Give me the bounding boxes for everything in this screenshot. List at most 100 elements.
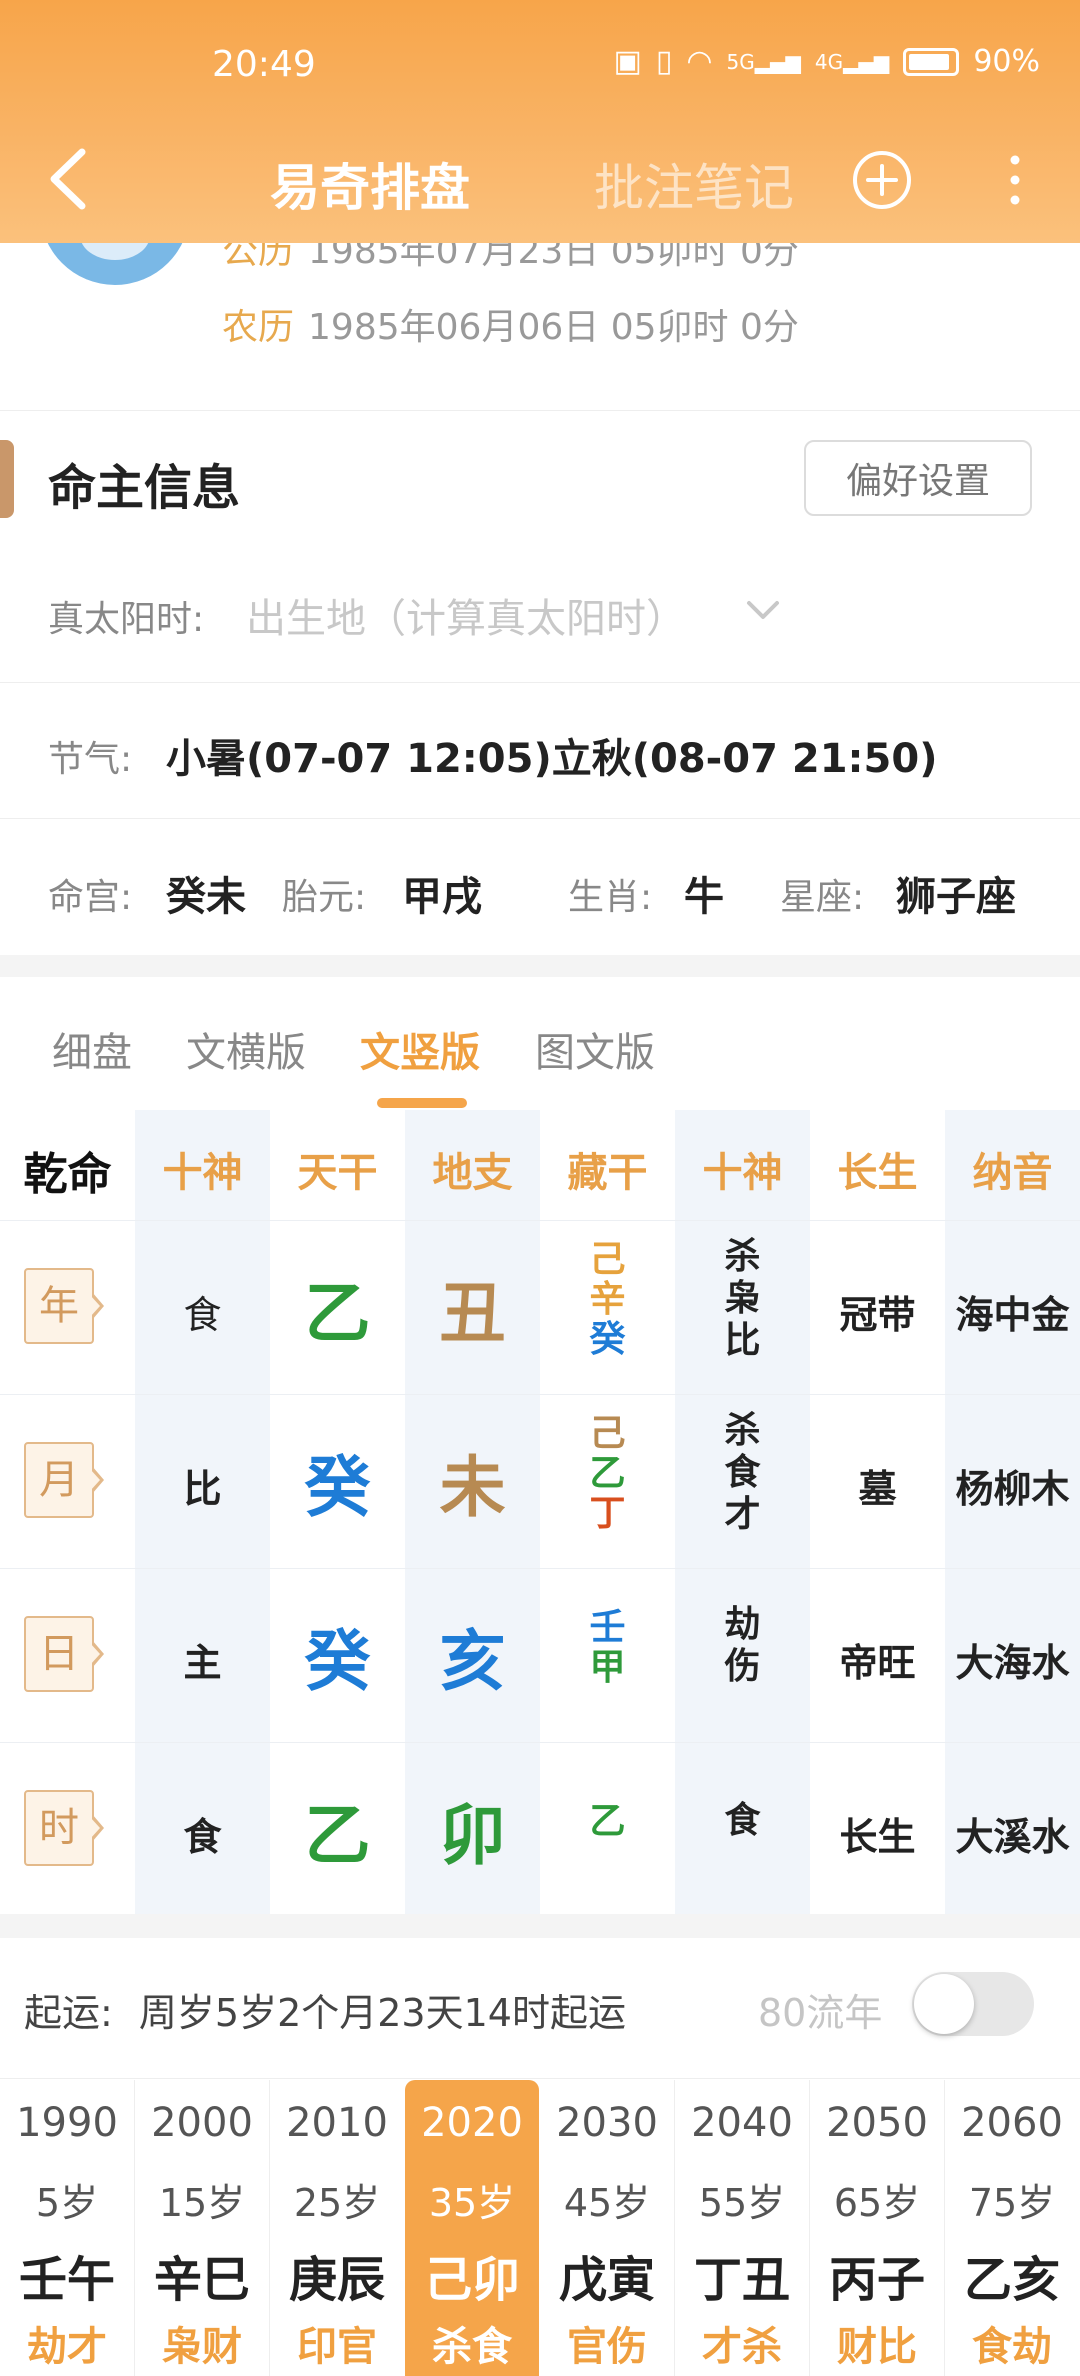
hidden-ten-god: 食 [724,1800,761,1841]
day-hidden-stems: 壬 甲 [540,1608,675,1688]
dayun-year: 2020 [421,2100,523,2146]
dayun-column[interactable]: 2060 75岁 乙亥 食劫 [945,2080,1079,2376]
hidden-ten-god: 食 [724,1452,761,1493]
day-ten-god: 主 [183,1641,222,1685]
day-nayin: 大海水 [955,1641,1070,1685]
more-vertical-icon[interactable] [1000,148,1030,212]
section-gap [0,955,1080,977]
pillar-label: 年 [39,1283,79,1329]
hidden-ten-god: 枭 [724,1278,761,1319]
month-ten-god: 比 [183,1467,222,1511]
pillar-label: 日 [39,1631,79,1677]
pillar-label: 月 [39,1457,79,1503]
dayun-ten-gods: 杀食 [432,2324,512,2370]
dayun-year: 2010 [286,2100,388,2146]
dayun-year: 2000 [151,2100,253,2146]
back-arrow-icon[interactable] [42,144,102,214]
dayun-ten-gods: 财比 [837,2324,917,2370]
hidden-stem: 丁 [589,1493,626,1534]
hour-hidden-stems: 乙 [540,1802,675,1842]
dayun-column[interactable]: 1990 5岁 壬午 劫才 [0,2080,134,2376]
dayun-column[interactable]: 2040 55岁 丁丑 才杀 [675,2080,809,2376]
dayun-age: 25岁 [293,2181,381,2225]
dayun-column[interactable]: 2030 45岁 戊寅 官伤 [540,2080,674,2376]
hour-life-stage: 长生 [839,1815,916,1859]
dayun-age: 15岁 [158,2181,246,2225]
bazi-grid: 乾命 十神 天干 地支 藏干 十神 长生 纳音 年 食 乙 丑 己 辛 癸 杀 … [0,1110,1080,1914]
dayun-year: 2060 [961,2100,1063,2146]
dayun-column-selected[interactable]: 2020 35岁 己卯 杀食 [405,2080,539,2376]
hour-branch: 卯 [439,1797,506,1874]
app-header: 20:49 ▣ ▯ ◠ 5G▂▄▆ 4G▂▄▆ 90% 易奇排盘 批注笔记 [0,0,1080,243]
row-divider [0,1394,1080,1395]
month-nayin: 杨柳木 [955,1467,1070,1511]
toggle-knob [914,1974,974,2034]
header-heavenly-stem: 天干 [297,1150,378,1196]
wifi-icon: ◠ [686,44,713,79]
fetal-origin-label: 胎元: [282,877,367,918]
dayun-year: 2050 [826,2100,928,2146]
dayun-ganzhi: 乙亥 [963,2252,1060,2308]
tab-graphic[interactable]: 图文版 [535,1020,655,1078]
hidden-ten-god: 杀 [724,1410,761,1451]
add-circle-icon[interactable] [850,148,914,212]
luck-start-label: 起运: [24,1991,113,2035]
dayun-age: 55岁 [698,2181,786,2225]
hidden-stem: 乙 [589,1453,626,1494]
dayun-ganzhi: 丁丑 [693,2252,790,2308]
dayun-ganzhi: 戊寅 [558,2252,655,2308]
section-title: 命主信息 [48,460,241,516]
year-nayin: 海中金 [955,1293,1070,1337]
preference-settings-button[interactable]: 偏好设置 [804,440,1032,516]
fetal-origin-value: 甲戌 [402,874,482,920]
month-hidden-ten-gods: 杀 食 才 [675,1410,810,1536]
status-icons: ▣ ▯ ◠ 5G▂▄▆ 4G▂▄▆ 90% [613,44,1040,79]
zodiac-label: 生肖: [568,877,653,918]
signal-5g-label: 5G [726,49,755,74]
header-ten-gods: 十神 [162,1150,243,1196]
signal-4g-icon: 4G▂▄▆ [814,49,890,74]
chevron-down-icon[interactable] [745,598,781,622]
liunian-80-toggle[interactable] [912,1972,1034,2036]
tab-text-vertical[interactable]: 文竖版 [360,1020,480,1078]
pillar-year[interactable]: 年 [24,1268,104,1348]
hidden-stem: 壬 [589,1607,626,1648]
dayun-column[interactable]: 2050 65岁 丙子 财比 [810,2080,944,2376]
year-hidden-ten-gods: 杀 枭 比 [675,1236,810,1362]
annotation-notes-tab[interactable]: 批注笔记 [594,148,794,220]
dayun-year: 1990 [16,2100,118,2146]
pillar-day[interactable]: 日 [24,1616,104,1696]
tab-detail[interactable]: 细盘 [52,1020,132,1078]
dayun-ten-gods: 印官 [297,2324,377,2370]
header-hidden-stems: 藏干 [567,1150,648,1196]
pillar-hour[interactable]: 时 [24,1790,104,1870]
dayun-ganzhi: 丙子 [828,2252,925,2308]
header-nayin: 纳音 [972,1150,1053,1196]
battery-percent: 90% [973,44,1040,79]
hidden-stem: 癸 [589,1319,626,1360]
dayun-column[interactable]: 2000 15岁 辛巳 枭财 [135,2080,269,2376]
hidden-stem: 辛 [589,1279,626,1320]
year-ten-god: 食 [183,1293,222,1337]
hidden-ten-god: 才 [724,1494,761,1535]
day-stem: 癸 [304,1623,371,1700]
dayun-ganzhi: 辛巳 [153,2252,250,2308]
dayun-column[interactable]: 2010 25岁 庚辰 印官 [270,2080,404,2376]
true-solar-time-label: 真太阳时: [48,599,205,640]
hidden-ten-god: 劫 [724,1604,761,1645]
hidden-stem: 乙 [589,1801,626,1842]
hour-nayin: 大溪水 [955,1815,1070,1859]
pillar-month[interactable]: 月 [24,1442,104,1522]
hour-ten-god: 食 [183,1815,222,1859]
day-hidden-ten-gods: 劫 伤 [675,1604,810,1688]
dayun-ganzhi: 己卯 [423,2252,520,2308]
dayun-ten-gods: 官伤 [567,2324,647,2370]
constellation-value: 狮子座 [896,874,1016,920]
hidden-stem: 己 [589,1239,626,1280]
month-hidden-stems: 己 乙 丁 [540,1414,675,1534]
tab-text-horizontal[interactable]: 文横版 [186,1020,306,1078]
dayun-year: 2040 [691,2100,793,2146]
dayun-ganzhi: 壬午 [18,2252,115,2308]
year-branch: 丑 [439,1275,506,1352]
birthplace-selector[interactable]: 出生地（计算真太阳时） [246,586,686,644]
